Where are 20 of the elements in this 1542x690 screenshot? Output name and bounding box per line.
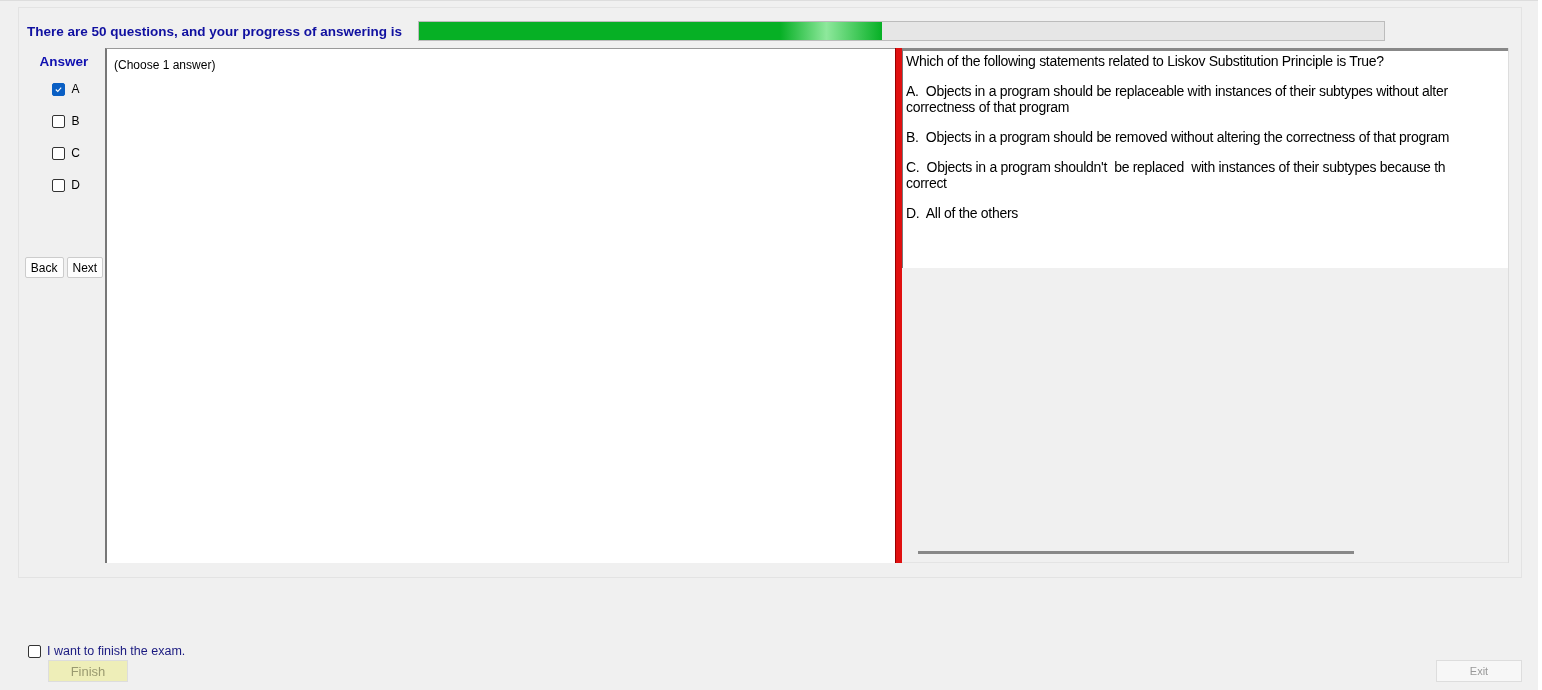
nav-button[interactable]: Back bbox=[24, 257, 64, 278]
answer-hint: (Choose 1 answer) bbox=[114, 58, 216, 72]
option-text: D. All of the others bbox=[906, 205, 1019, 221]
horizontal-scrollbar[interactable] bbox=[918, 551, 1354, 554]
answer-checkbox[interactable]: C bbox=[52, 137, 80, 169]
option-text: C. Objects in a program shouldn't be replaced with instances of their subtypes because th bbox=[906, 159, 1447, 175]
answer-checkbox[interactable]: B bbox=[52, 105, 80, 137]
answer-heading: Answer bbox=[39, 54, 89, 69]
option-text: B. Objects in a program should be removed without altering the correctness of that program bbox=[906, 129, 1451, 145]
progress-label: There are 50 questions, and your progress of answering is bbox=[27, 23, 403, 39]
splitter-bar[interactable] bbox=[895, 48, 902, 563]
option-text: correctness of that program bbox=[906, 99, 1071, 115]
nav-button[interactable]: Next bbox=[66, 257, 104, 278]
answer-checkbox[interactable]: D bbox=[52, 169, 80, 201]
question-text: Which of the following statements related to Liskov Substitution Principle is True? bbox=[906, 53, 1385, 69]
answer-checkbox[interactable]: A bbox=[52, 73, 80, 105]
option-text: correct bbox=[906, 175, 948, 191]
finish-checkbox[interactable]: I want to finish the exam. bbox=[28, 644, 186, 658]
answer-area[interactable]: (Choose 1 answer) bbox=[105, 48, 895, 563]
option-text: A. Objects in a program should be replaceable with instances of their subtypes without alter bbox=[906, 83, 1449, 99]
